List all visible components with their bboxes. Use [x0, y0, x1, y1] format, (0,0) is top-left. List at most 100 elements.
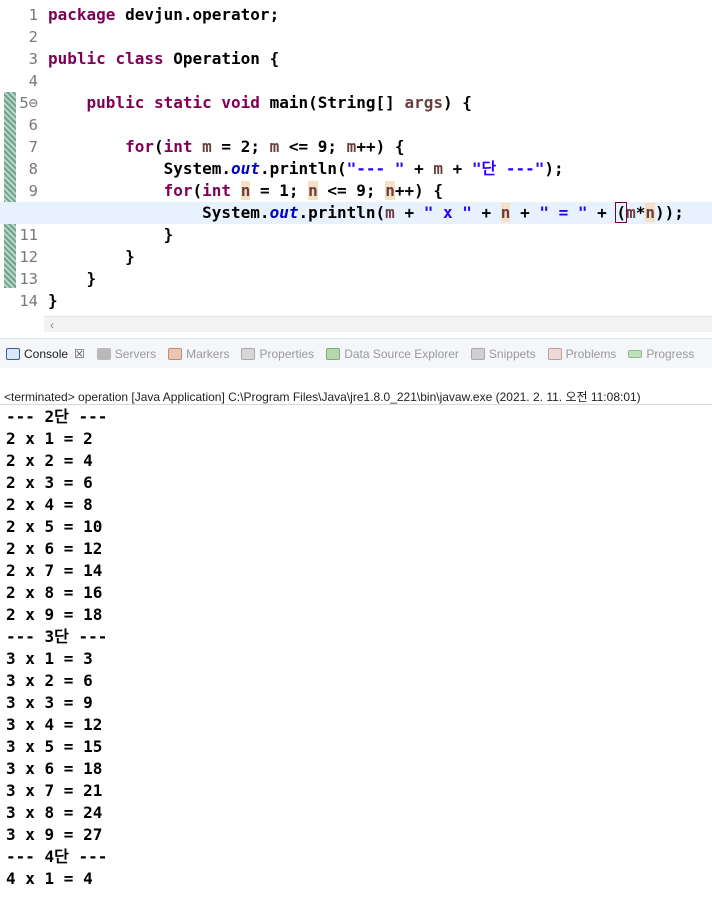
view-tab-bar: Console ☒ Servers Markers Properties Dat… [0, 338, 712, 368]
tab-progress[interactable]: Progress [628, 347, 694, 361]
console-icon [6, 347, 20, 360]
close-icon[interactable]: ☒ [74, 347, 85, 361]
divider [0, 404, 712, 405]
var-n: n [645, 203, 655, 222]
servers-icon [96, 347, 111, 360]
var-m: m [346, 137, 357, 156]
properties-icon [241, 347, 256, 360]
tab-data-source-explorer[interactable]: Data Source Explorer [326, 347, 459, 361]
close-brace: } [125, 247, 135, 266]
console-output[interactable]: --- 2단 --- 2 x 1 = 2 2 x 2 = 4 2 x 3 = 6… [6, 406, 107, 890]
output-line: 2 x 7 = 14 [6, 561, 103, 580]
current-code-line: System.out.println(m + " x " + n + " = "… [0, 202, 712, 224]
out-field: out [269, 203, 299, 222]
line-number: 11 [19, 226, 38, 244]
code-line: package devjun.operator; [48, 4, 712, 26]
string-literal: "--- " [346, 159, 405, 178]
println-call: .println( [298, 203, 386, 222]
var-m: m [626, 203, 636, 222]
horizontal-scrollbar[interactable]: ‹ [44, 316, 712, 332]
line-number: 2 [28, 28, 38, 46]
tab-properties[interactable]: Properties [241, 347, 314, 361]
tab-problems[interactable]: Problems [547, 346, 617, 361]
tab-label: Servers [114, 346, 157, 361]
println-call: .println( [259, 159, 347, 178]
keyword-class: class [115, 49, 164, 68]
line-number: 14 [19, 292, 38, 310]
output-line: 3 x 1 = 3 [6, 649, 93, 668]
console-status: <terminated> operation [Java Application… [4, 390, 641, 404]
var-n: n [308, 181, 318, 200]
keyword-for: for [125, 137, 154, 156]
code-line: } [48, 290, 712, 312]
system-ref: System. [163, 159, 232, 178]
output-line: 2 x 8 = 16 [6, 583, 103, 602]
data-source-explorer-icon [326, 347, 341, 360]
package-name: devjun.operator; [115, 5, 280, 24]
var-m: m [385, 203, 395, 222]
output-line: 2 x 1 = 2 [6, 429, 93, 448]
class-declaration: Operation { [163, 49, 280, 68]
string-literal: " = " [539, 203, 588, 222]
tab-label: Problems [565, 346, 617, 361]
tab-servers[interactable]: Servers [96, 346, 157, 361]
code-line: } [48, 246, 712, 268]
code-area[interactable]: package devjun.operator; public class Op… [0, 4, 712, 312]
progress-icon [628, 349, 643, 358]
code-line: } [48, 224, 712, 246]
output-line: 2 x 2 = 4 [6, 451, 93, 470]
var-n: n [385, 181, 395, 200]
var-m: m [433, 159, 443, 178]
line-number: 12 [19, 248, 38, 266]
keyword-void: void [221, 93, 260, 112]
close-brace: } [163, 225, 174, 244]
output-line: 3 x 2 = 6 [6, 671, 93, 690]
code-line: for(int m = 2; m <= 9; m++) { [125, 137, 405, 156]
output-line: 3 x 9 = 27 [6, 825, 103, 844]
tab-console[interactable]: Console ☒ [6, 347, 85, 361]
code-editor[interactable]: 1 2 3 4 5⊖ 6 7 8 9 10 11 12 13 14 packag… [0, 0, 712, 334]
keyword-int: int [202, 181, 232, 200]
code-line: System.out.println("--- " + m + "단 ---")… [163, 159, 564, 178]
keyword-package: package [48, 5, 116, 24]
output-line: 2 x 5 = 10 [6, 517, 103, 536]
var-m: m [269, 137, 280, 156]
out-field: out [231, 159, 260, 178]
code-line: } [48, 268, 712, 290]
var-n: n [500, 203, 511, 222]
keyword-static: static [153, 93, 212, 112]
close-brace: } [48, 291, 58, 310]
output-line: 2 x 9 = 18 [6, 605, 103, 624]
tab-snippets[interactable]: Snippets [470, 346, 536, 361]
scroll-left-icon[interactable]: ‹ [50, 317, 54, 333]
problems-icon [547, 347, 562, 360]
string-literal: " x " [423, 203, 472, 222]
line-number: 8 [28, 160, 38, 178]
keyword-int: int [163, 137, 193, 156]
line-number: 9 [28, 182, 38, 200]
markers-icon [168, 347, 183, 360]
output-line: 4 x 1 = 4 [6, 869, 93, 888]
code-line: public class Operation { [48, 48, 712, 70]
args-param: args [404, 93, 443, 112]
var-m: m [202, 137, 212, 156]
output-line: 2 x 3 = 6 [6, 473, 93, 492]
output-line: 2 x 4 = 8 [6, 495, 93, 514]
output-line: 3 x 6 = 18 [6, 759, 103, 778]
output-line: --- 2단 --- [6, 407, 108, 426]
output-line: 3 x 3 = 9 [6, 693, 93, 712]
output-line: --- 4단 --- [6, 847, 108, 866]
line-number[interactable]: 5⊖ [14, 92, 42, 114]
main-signature-end: ) { [442, 93, 472, 112]
tab-label: Snippets [488, 346, 536, 361]
output-line: 3 x 8 = 24 [6, 803, 103, 822]
main-signature: main(String[] [259, 93, 405, 112]
output-line: 3 x 5 = 15 [6, 737, 103, 756]
line-number: 1 [28, 6, 38, 24]
tab-label: Properties [259, 346, 315, 361]
keyword-for: for [163, 181, 193, 200]
tab-label: Markers [186, 346, 230, 361]
keyword-public: public [86, 93, 145, 112]
tab-markers[interactable]: Markers [168, 347, 229, 361]
line-number: 6 [28, 116, 38, 134]
